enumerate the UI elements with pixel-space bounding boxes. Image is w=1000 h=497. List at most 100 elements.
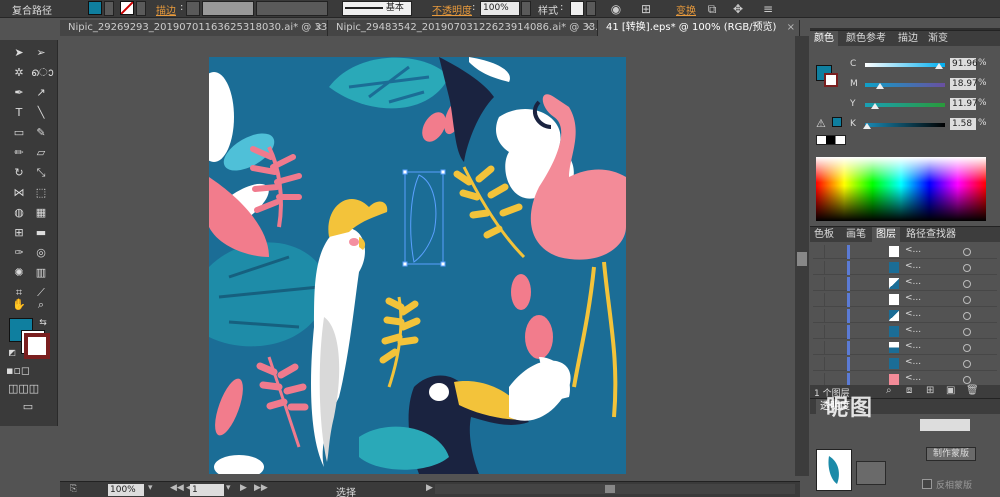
fill-dropdown[interactable] <box>104 1 114 16</box>
tab-swatches[interactable]: 色板 <box>810 227 838 242</box>
layer-row[interactable]: <... <box>813 341 997 355</box>
close-icon[interactable]: × <box>585 20 593 36</box>
stroke-color-box[interactable] <box>21 330 50 359</box>
stroke-label[interactable]: 描边 <box>156 2 176 17</box>
layer-row[interactable]: <... <box>813 309 997 323</box>
reshape-icon[interactable]: ✥ <box>730 1 746 17</box>
close-icon[interactable]: × <box>315 20 323 36</box>
pencil-tool-icon[interactable]: ✏ <box>9 144 29 162</box>
eyedropper-tool-icon[interactable]: ✑ <box>9 244 29 262</box>
target-circle-icon[interactable] <box>963 344 971 352</box>
pen-tool-icon[interactable]: ✒ <box>9 84 29 102</box>
layer-row[interactable]: <... <box>813 293 997 307</box>
width-tool-icon[interactable]: ⋈ <box>9 184 29 202</box>
direct-selection-tool-icon[interactable]: ➢ <box>31 44 51 62</box>
zoom-field[interactable]: 100% <box>108 484 144 496</box>
stroke-weight-stepper[interactable] <box>186 1 200 16</box>
visibility-toggle[interactable] <box>813 325 825 339</box>
vertical-scrollbar[interactable] <box>795 36 809 476</box>
artboard-nav-icon[interactable]: ⎘ <box>70 484 82 496</box>
isolate-icon[interactable]: ⧉ <box>704 1 720 17</box>
hand-tool-icon[interactable]: ✋ <box>9 296 29 314</box>
swap-fill-stroke-icon[interactable]: ⇆ <box>33 314 53 332</box>
page-field[interactable]: 1 <box>190 484 224 496</box>
opacity-dropdown[interactable] <box>521 1 531 16</box>
target-circle-icon[interactable] <box>963 360 971 368</box>
black-slider[interactable] <box>865 123 945 127</box>
screen-mode-icon[interactable]: ▭ <box>18 398 38 416</box>
opacity-field[interactable]: 100% <box>480 1 520 16</box>
visibility-toggle[interactable] <box>813 245 825 259</box>
first-artboard-icon[interactable]: ◀◀ <box>170 483 184 493</box>
visibility-toggle[interactable] <box>813 277 825 291</box>
slider-handle-icon[interactable] <box>876 83 885 89</box>
tab-layers[interactable]: 图层 <box>872 227 900 242</box>
target-circle-icon[interactable] <box>963 312 971 320</box>
last-artboard-icon[interactable]: ▶▶ <box>254 483 268 493</box>
layer-row[interactable]: <... <box>813 261 997 275</box>
status-menu-icon[interactable]: ▶ <box>426 483 433 493</box>
mesh-tool-icon[interactable]: ⊞ <box>9 224 29 242</box>
visibility-toggle[interactable] <box>813 357 825 371</box>
curvature-tool-icon[interactable]: ↗ <box>31 84 51 102</box>
stroke-style-dropdown[interactable]: 基本 <box>342 1 412 16</box>
gamut-color-chip[interactable] <box>832 117 842 127</box>
opacity-field[interactable] <box>920 419 970 431</box>
out-of-gamut-warning-icon[interactable]: ⚠ <box>816 117 826 130</box>
chevron-down-icon[interactable]: ▾ <box>226 483 231 493</box>
scroll-thumb[interactable] <box>605 485 615 493</box>
target-circle-icon[interactable] <box>963 296 971 304</box>
artboard-illustration[interactable] <box>209 57 626 474</box>
stroke-swatch[interactable] <box>120 1 134 15</box>
fill-swatch[interactable] <box>88 1 102 15</box>
variable-width-profile[interactable] <box>256 1 328 16</box>
none-black-white-chips[interactable] <box>816 135 846 145</box>
invert-mask-checkbox[interactable] <box>922 479 932 489</box>
target-circle-icon[interactable] <box>963 328 971 336</box>
chevron-down-icon[interactable]: ▾ <box>148 483 153 493</box>
lasso-tool-icon[interactable]: ൊ <box>31 64 53 82</box>
rotate-tool-icon[interactable]: ↻ <box>9 164 29 182</box>
make-mask-button[interactable]: 制作蒙版 <box>926 447 976 461</box>
cyan-value-field[interactable]: 91.96 <box>950 58 978 70</box>
magic-wand-tool-icon[interactable]: ✲ <box>9 64 29 82</box>
symbol-sprayer-tool-icon[interactable]: ✺ <box>9 264 29 282</box>
new-sublayer-icon[interactable]: ⊞ <box>926 385 934 396</box>
slider-handle-icon[interactable] <box>862 123 871 129</box>
line-tool-icon[interactable]: ╲ <box>31 104 51 122</box>
black-value-field[interactable]: 1.58 <box>950 118 976 130</box>
recolor-icon[interactable]: ◉ <box>608 1 624 17</box>
trash-icon[interactable]: 🗑 <box>966 385 979 396</box>
opacity-label[interactable]: 不透明度 <box>432 2 472 17</box>
zoom-tool-icon[interactable]: ⌕ <box>31 296 51 314</box>
panel-menu-icon[interactable]: ≡ <box>760 1 776 17</box>
type-tool-icon[interactable]: T <box>9 104 29 122</box>
target-circle-icon[interactable] <box>963 248 971 256</box>
paintbrush-tool-icon[interactable]: ✎ <box>31 124 51 142</box>
rectangle-tool-icon[interactable]: ▭ <box>9 124 29 142</box>
transform-label[interactable]: 变换 <box>676 2 696 17</box>
color-mode-icon[interactable]: ▪▫◻ <box>6 362 30 380</box>
layer-row[interactable]: <... <box>813 245 997 259</box>
close-icon[interactable]: × <box>787 20 795 36</box>
tab-doc-3[interactable]: 41 [转换].eps* @ 100% (RGB/预览) × <box>598 20 800 36</box>
target-circle-icon[interactable] <box>963 376 971 384</box>
stroke-dropdown[interactable] <box>136 1 146 16</box>
stroke-weight-field[interactable] <box>202 1 254 16</box>
tab-gradient[interactable]: 渐变 <box>924 31 952 46</box>
selection-tool-icon[interactable]: ➤ <box>9 44 29 62</box>
next-artboard-icon[interactable]: ▶ <box>240 483 247 493</box>
target-circle-icon[interactable] <box>963 280 971 288</box>
tab-doc-1[interactable]: Nipic_29269293_20190701163625318030.ai* … <box>60 20 328 36</box>
target-circle-icon[interactable] <box>963 264 971 272</box>
blend-tool-icon[interactable]: ◎ <box>31 244 51 262</box>
layer-row[interactable]: <... <box>813 357 997 371</box>
layer-row[interactable]: <... <box>813 325 997 339</box>
gradient-tool-icon[interactable]: ▬ <box>31 224 51 242</box>
shape-builder-tool-icon[interactable]: ◍ <box>9 204 29 222</box>
style-swatch[interactable] <box>570 1 584 16</box>
graph-tool-icon[interactable]: ▥ <box>31 264 51 282</box>
draw-mode-icon[interactable]: ◫◫◫ <box>8 380 39 398</box>
visibility-toggle[interactable] <box>813 261 825 275</box>
style-dropdown[interactable] <box>586 1 596 16</box>
